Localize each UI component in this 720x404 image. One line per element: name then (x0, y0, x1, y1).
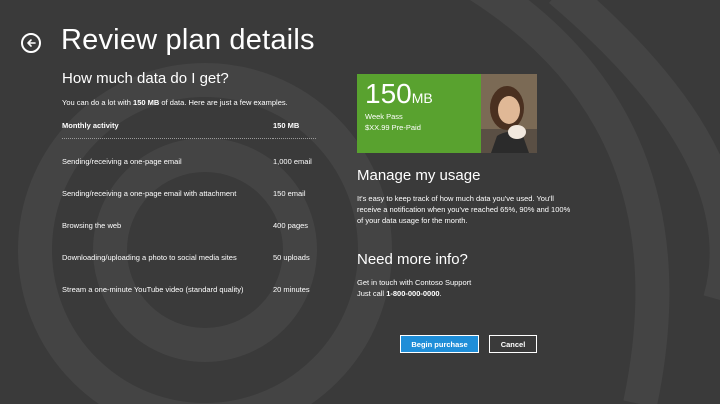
info-body: Get in touch with Contoso Support Just c… (357, 277, 577, 299)
info-line1: Get in touch with Contoso Support (357, 278, 472, 287)
page-title: Review plan details (61, 24, 315, 56)
data-section-heading: How much data do I get? (62, 70, 229, 87)
info-line2-suffix: . (439, 289, 442, 298)
begin-purchase-button[interactable]: Begin purchase (400, 335, 479, 353)
intro-suffix: of data. Here are just a few examples. (159, 98, 288, 107)
table-row: Sending/receiving a one-page email 1,000… (62, 139, 316, 178)
info-line2: Just call 1-800-000-0000. (357, 288, 577, 299)
table-row: Downloading/uploading a photo to social … (62, 241, 316, 273)
row-activity: Downloading/uploading a photo to social … (62, 252, 237, 262)
header-amount: 150 MB (273, 121, 300, 130)
row-amount: 1,000 email (273, 156, 312, 166)
manage-body: It's easy to keep track of how much data… (357, 194, 571, 225)
row-activity: Browsing the web (62, 220, 122, 230)
plan-name: Week Pass (365, 112, 403, 121)
row-activity: Sending/receiving a one-page email (62, 156, 182, 166)
plan-price: $XX.99 Pre-Paid (365, 123, 421, 132)
plan-size-number: 150 (365, 78, 412, 109)
plan-size: 150MB (365, 78, 433, 114)
promo-photo (481, 74, 537, 153)
manage-heading: Manage my usage (357, 167, 481, 184)
support-phone: 1-800-000-0000 (386, 289, 440, 298)
info-heading: Need more info? (357, 251, 468, 268)
table-row: Stream a one-minute YouTube video (stand… (62, 273, 316, 305)
table-row: Sending/receiving a one-page email with … (62, 177, 316, 209)
cancel-button[interactable]: Cancel (489, 335, 537, 353)
more-info-section: Need more info? Get in touch with Contos… (357, 251, 577, 299)
row-amount: 20 minutes (273, 284, 310, 294)
row-amount: 400 pages (273, 220, 309, 230)
data-usage-section: How much data do I get? You can do a lot… (62, 70, 324, 305)
intro-prefix: You can do a lot with (62, 98, 134, 107)
back-arrow-icon (27, 39, 36, 47)
back-button[interactable] (21, 33, 41, 53)
data-intro: You can do a lot with 150 MB of data. He… (62, 98, 324, 107)
info-line2-prefix: Just call (357, 289, 387, 298)
header-activity: Monthly activity (62, 121, 119, 130)
manage-usage-section: Manage my usage It's easy to keep track … (357, 167, 577, 226)
intro-bold: 150 MB (133, 98, 160, 107)
plan-size-unit: MB (411, 90, 433, 106)
table-row: Browsing the web 400 pages (62, 209, 316, 241)
row-activity: Sending/receiving a one-page email with … (62, 188, 237, 198)
table-header-row: Monthly activity 150 MB (62, 121, 316, 139)
row-amount: 150 email (273, 188, 306, 198)
activity-table: Monthly activity 150 MB Sending/receivin… (62, 121, 316, 305)
plan-promo-tile: 150MB Week Pass $XX.99 Pre-Paid (357, 74, 537, 153)
row-activity: Stream a one-minute YouTube video (stand… (62, 284, 244, 294)
row-amount: 50 uploads (273, 252, 310, 262)
